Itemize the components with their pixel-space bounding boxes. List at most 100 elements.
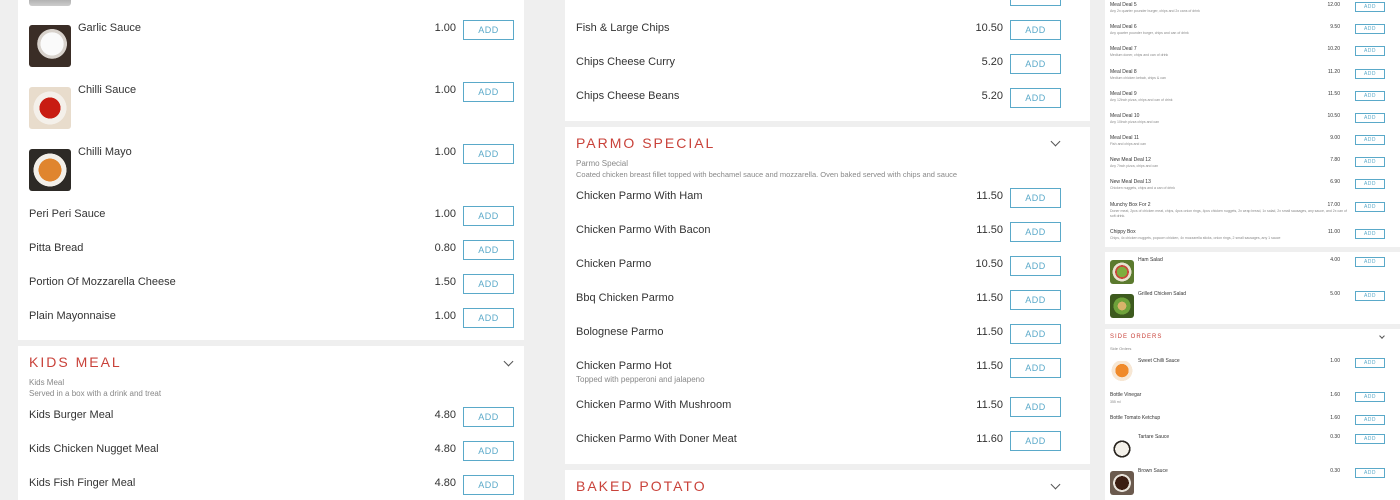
add-button[interactable]: ADD [1355,135,1385,145]
chilli-mayo-image [29,149,71,191]
add-button[interactable]: ADD [1010,431,1061,451]
chevron-down-icon[interactable] [1050,479,1061,490]
add-button[interactable]: ADD [463,144,514,164]
item-description: Medium doner, chips and can of drink [1110,53,1169,57]
add-button[interactable]: ADD [1355,358,1385,368]
item-name: Meal Deal 5 [1110,2,1137,8]
add-button[interactable]: ADD [1010,290,1061,310]
item-price: 10.50 [1327,113,1340,119]
add-button[interactable]: ADD [463,20,514,40]
add-button[interactable]: ADD [1010,188,1061,208]
item-price: 11.20 [1327,69,1340,75]
item-name: Pitta Bread [29,242,84,254]
item-name: Sweet Chilli Sauce [1138,358,1180,364]
add-button[interactable]: ADD [1355,415,1385,425]
add-button[interactable]: ADD [463,206,514,226]
item-price: 10.50 [975,22,1003,34]
item-price: 1.00 [434,208,456,220]
item-price: 10.50 [975,258,1003,270]
item-price: 5.20 [981,90,1003,102]
item-name: Fish & Large Chips [576,22,670,34]
add-button[interactable]: ADD [1010,397,1061,417]
add-button[interactable]: ADD [1355,257,1385,267]
chevron-down-icon[interactable] [503,356,514,367]
section-title[interactable]: PARMO SPECIAL [576,135,715,151]
item-price: 5.00 [1330,291,1340,297]
item-description: Topped with pepperoni and jalapeno [576,375,705,384]
item-name: Bbq Chicken Parmo [576,292,674,304]
item-name: Grilled Chicken Salad [1138,291,1187,297]
item-name: Brown Sauce [1138,468,1168,474]
item-name: Tartare Sauce [1138,434,1170,440]
section-description: Coated chicken breast fillet topped with… [576,170,958,179]
add-button[interactable]: ADD [1355,91,1385,101]
add-button[interactable]: ADD [1355,2,1385,12]
item-image [29,0,71,6]
item-name: Kids Chicken Nugget Meal [29,443,159,455]
item-name: Chicken Parmo Hot [576,360,672,372]
add-button[interactable]: ADD [1010,222,1061,242]
item-description: Any 10inch pizza chips and can [1110,120,1160,124]
menu-column-left: Garlic Sauce 1.00 ADD Chilli Sauce 1.00 … [0,0,540,500]
item-name: Chilli Mayo [78,146,132,158]
add-button[interactable]: ADD [1010,54,1061,74]
add-button[interactable]: ADD [1355,392,1385,402]
add-button[interactable]: ADD [1010,324,1061,344]
item-description: Medium chicken kebab, chips & can [1110,76,1166,80]
add-button[interactable]: ADD [463,441,514,461]
section-subtitle: Side Orders [1110,346,1132,351]
item-name: Bolognese Parmo [576,326,664,338]
item-price: 6.90 [1330,179,1340,185]
add-button[interactable]: ADD [1355,46,1385,56]
fish-chips-section: ADD Fish & Large Chips 10.50 ADD Chips C… [565,0,1090,121]
add-button[interactable]: ADD [1355,157,1385,167]
add-button[interactable]: ADD [1010,358,1061,378]
add-button[interactable]: ADD [1010,20,1061,40]
add-button[interactable]: ADD [463,274,514,294]
add-button[interactable]: ADD [1355,69,1385,79]
section-title[interactable]: SIDE ORDERS [1110,334,1162,340]
add-button[interactable]: ADD [463,308,514,328]
add-button[interactable]: ADD [1355,179,1385,189]
add-button[interactable]: ADD [463,82,514,102]
item-price: 4.80 [434,409,456,421]
item-price: 10.20 [1327,46,1340,52]
section-subtitle: Parmo Special [576,159,629,168]
item-description: 355 ml [1110,400,1121,404]
add-button[interactable]: ADD [1355,24,1385,34]
add-button[interactable]: ADD [1355,434,1385,444]
item-price: 11.50 [976,190,1003,202]
chevron-down-icon[interactable] [1050,136,1061,147]
item-price: 4.00 [1330,257,1340,263]
chevron-down-icon[interactable] [1379,333,1385,339]
item-price: 9.00 [1330,135,1340,141]
item-price: 4.80 [434,477,456,489]
side-orders-section: SIDE ORDERS Side Orders Sweet Chilli Sau… [1105,329,1400,500]
item-name: New Meal Deal 13 [1110,179,1151,185]
add-button[interactable]: ADD [1355,229,1385,239]
item-name: Chicken Parmo With Doner Meat [576,433,737,445]
section-description: Served in a box with a drink and treat [29,389,162,398]
add-button[interactable]: ADD [1010,0,1061,6]
add-button[interactable]: ADD [463,240,514,260]
item-name: Bottle Tomato Ketchup [1110,415,1161,421]
item-name: Ham Salad [1138,257,1163,263]
baked-potato-section: BAKED POTATO [565,470,1090,500]
add-button[interactable]: ADD [1010,256,1061,276]
item-price: 11.50 [976,224,1003,236]
item-price: 11.60 [976,433,1003,445]
add-button[interactable]: ADD [1010,88,1061,108]
item-price: 11.50 [1327,91,1340,97]
add-button[interactable]: ADD [1355,291,1385,301]
add-button[interactable]: ADD [1355,202,1385,212]
section-title[interactable]: KIDS MEAL [29,354,122,370]
section-title[interactable]: BAKED POTATO [576,478,707,494]
add-button[interactable]: ADD [463,407,514,427]
add-button[interactable]: ADD [1355,468,1385,478]
garlic-sauce-image [29,25,71,67]
add-button[interactable]: ADD [1355,113,1385,123]
item-name: Meal Deal 8 [1110,69,1137,75]
item-price: 5.20 [981,56,1003,68]
add-button[interactable]: ADD [463,475,514,495]
item-price: 1.00 [434,146,456,158]
